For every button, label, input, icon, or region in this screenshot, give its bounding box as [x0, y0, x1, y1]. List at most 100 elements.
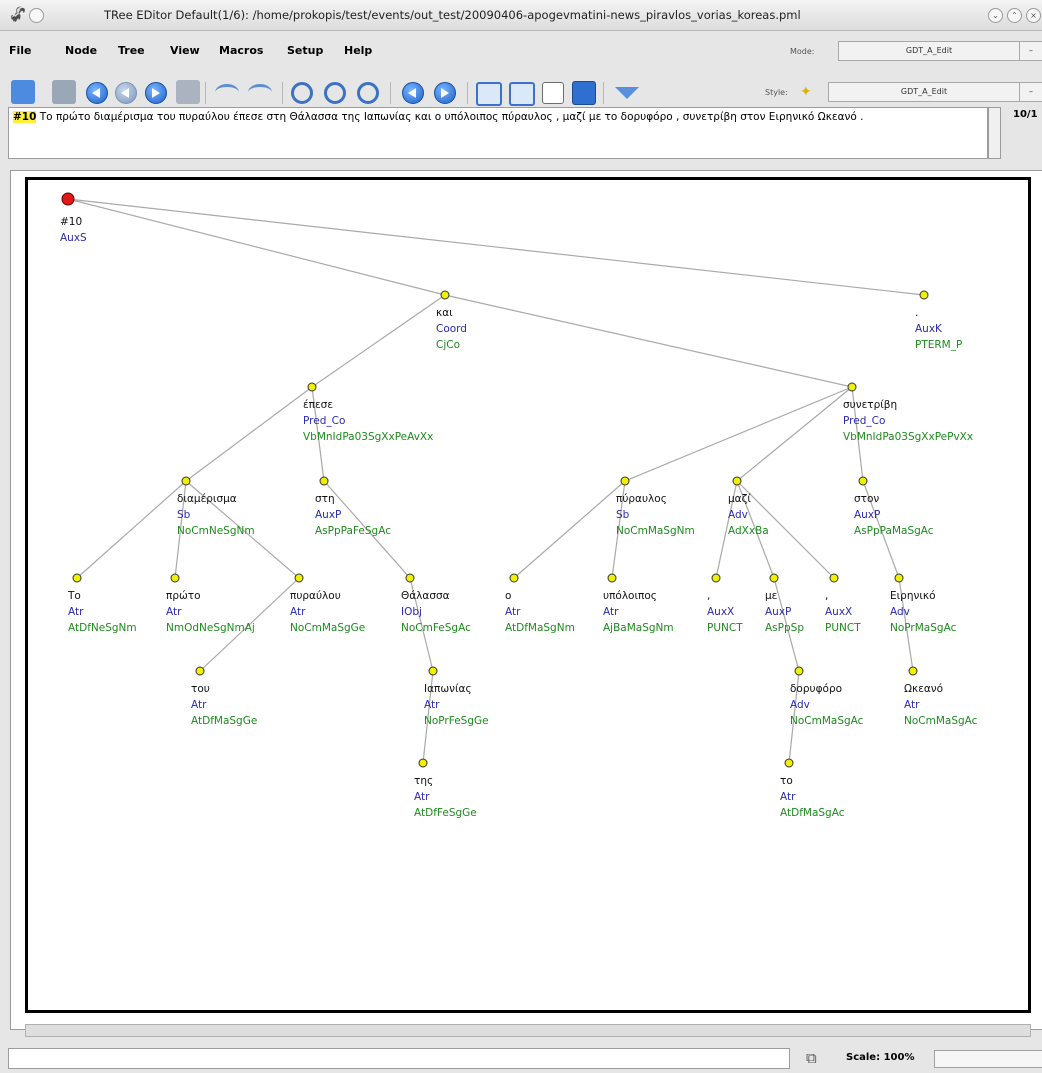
status-field — [8, 1048, 790, 1069]
tree-node-to[interactable] — [72, 573, 82, 583]
tree-node-thalassa[interactable] — [405, 573, 415, 583]
next-file-icon[interactable] — [145, 82, 167, 104]
tree-canvas[interactable]: #10 AuxS και Coord CjCo. AuxK PTERM_P έπεσε Pred… — [25, 177, 1031, 1013]
print-icon[interactable] — [176, 80, 200, 104]
window-title: TRee EDitor Default(1/6): /home/prokopis… — [104, 8, 801, 22]
root-node[interactable] — [61, 192, 75, 206]
node-afun: AuxX — [825, 606, 852, 618]
mode-select-arrow[interactable]: – — [1020, 41, 1042, 61]
tree-node-comma2[interactable] — [829, 573, 839, 583]
next-tree-icon[interactable] — [434, 82, 456, 104]
tree-node-diamerisma[interactable] — [181, 476, 191, 486]
tree-node-mazi[interactable] — [732, 476, 742, 486]
menu-setup[interactable]: Setup — [287, 44, 323, 57]
tree-node-comma1[interactable] — [711, 573, 721, 583]
sentence-text-box[interactable]: #10 Το πρώτο διαμέρισμα του πυραύλου έπε… — [8, 107, 988, 159]
node-tag: NoCmNeSgNm — [177, 525, 255, 537]
tree-node-sti[interactable] — [319, 476, 329, 486]
menu-tree[interactable]: Tree — [118, 44, 145, 57]
node-afun: AuxX — [707, 606, 734, 618]
close-view-icon[interactable] — [542, 82, 564, 104]
node-tag: AsPpPaMaSgAc — [854, 525, 934, 537]
node-tag: AdXxBa — [728, 525, 769, 537]
undo-icon[interactable] — [215, 84, 239, 101]
menu-view[interactable]: View — [170, 44, 200, 57]
tree-node-synetrivi[interactable] — [847, 382, 857, 392]
tree-node-ypoloipos[interactable] — [607, 573, 617, 583]
node-tag: AtDfMaSgNm — [505, 622, 575, 634]
tree-node-me[interactable] — [769, 573, 779, 583]
view-rows-icon[interactable] — [509, 82, 535, 106]
dropdown-triangle-icon[interactable] — [615, 87, 639, 99]
tree-edge — [736, 386, 853, 482]
menu-help[interactable]: Help — [344, 44, 372, 57]
tree-node-proto[interactable] — [170, 573, 180, 583]
tree-node-doryforo[interactable] — [794, 666, 804, 676]
horizontal-scrollbar[interactable] — [25, 1024, 1031, 1037]
tree-node-tis[interactable] — [418, 758, 428, 768]
minimize-button[interactable]: ⌄ — [988, 8, 1003, 23]
node-form: της — [414, 775, 433, 787]
zoom-in-icon[interactable] — [324, 82, 346, 104]
sentence-scrollbar[interactable] — [988, 107, 1001, 159]
tree-node-pyravlou[interactable] — [294, 573, 304, 583]
tree-node-tou[interactable] — [195, 666, 205, 676]
tree-edge — [67, 198, 446, 296]
node-tag: AtDfMaSgGe — [191, 715, 257, 727]
node-form: με — [765, 590, 777, 602]
lock-icon[interactable] — [572, 81, 596, 105]
style-select[interactable]: GDT_A_Edit — [828, 82, 1020, 102]
node-form: και — [436, 307, 453, 319]
previous-tree-icon[interactable] — [402, 82, 424, 104]
tree-node-o[interactable] — [509, 573, 519, 583]
menu-node[interactable]: Node — [65, 44, 97, 57]
menu-file[interactable]: File — [9, 44, 32, 57]
redo-icon[interactable] — [248, 84, 272, 101]
open-file-icon[interactable] — [11, 80, 35, 104]
node-form: διαμέρισμα — [177, 493, 237, 505]
tree-node-okeano[interactable] — [908, 666, 918, 676]
tree-node-eirinikó[interactable] — [894, 573, 904, 583]
node-form: στον — [854, 493, 879, 505]
close-button[interactable]: × — [1026, 8, 1041, 23]
sticky-button[interactable] — [29, 8, 44, 23]
node-form: συνετρίβη — [843, 399, 897, 411]
mode-select[interactable]: GDT_A_Edit — [838, 41, 1020, 61]
node-tag: AtDfMaSgAc — [780, 807, 845, 819]
menu-macros[interactable]: Macros — [219, 44, 263, 57]
node-afun: Atr — [290, 606, 306, 618]
tree-node-kai[interactable] — [440, 290, 450, 300]
first-tree-icon[interactable] — [86, 82, 108, 104]
node-tag: NoPrMaSgAc — [890, 622, 957, 634]
app-icon[interactable]: 🦨 — [9, 7, 26, 23]
prev-file-icon[interactable] — [115, 82, 137, 104]
node-afun: Atr — [424, 699, 440, 711]
style-select-arrow[interactable]: – — [1020, 82, 1042, 102]
tree-node-iaponias[interactable] — [428, 666, 438, 676]
node-afun: Adv — [728, 509, 748, 521]
node-tag: NoCmMaSgNm — [616, 525, 695, 537]
node-tag: PTERM_P — [915, 339, 962, 351]
node-form: υπόλοιπος — [603, 590, 657, 602]
node-form: . — [915, 307, 918, 319]
node-tag: PUNCT — [825, 622, 861, 634]
zoom-icon[interactable] — [291, 82, 313, 104]
style-wand-icon[interactable]: ✦ — [800, 84, 812, 100]
style-label: Style: — [765, 88, 788, 97]
tree-edge — [67, 198, 925, 296]
puzzle-icon[interactable]: ⧉ — [806, 1049, 817, 1067]
tree-diagram[interactable]: #10 AuxS και Coord CjCo. AuxK PTERM_P έπεσε Pred… — [28, 180, 1028, 1010]
save-file-icon[interactable] — [52, 80, 76, 104]
tree-node-pyravlos[interactable] — [620, 476, 630, 486]
tree-node-epese[interactable] — [307, 382, 317, 392]
node-tag: AtDfNeSgNm — [68, 622, 137, 634]
tree-node-ston[interactable] — [858, 476, 868, 486]
node-form: πρώτο — [166, 590, 201, 602]
node-tag: PUNCT — [707, 622, 743, 634]
tree-node-to2[interactable] — [784, 758, 794, 768]
zoom-out-icon[interactable] — [357, 82, 379, 104]
maximize-button[interactable]: ⌃ — [1007, 8, 1022, 23]
tree-node-final[interactable] — [919, 290, 929, 300]
view-columns-icon[interactable] — [476, 82, 502, 106]
scale-slider[interactable] — [934, 1050, 1042, 1068]
